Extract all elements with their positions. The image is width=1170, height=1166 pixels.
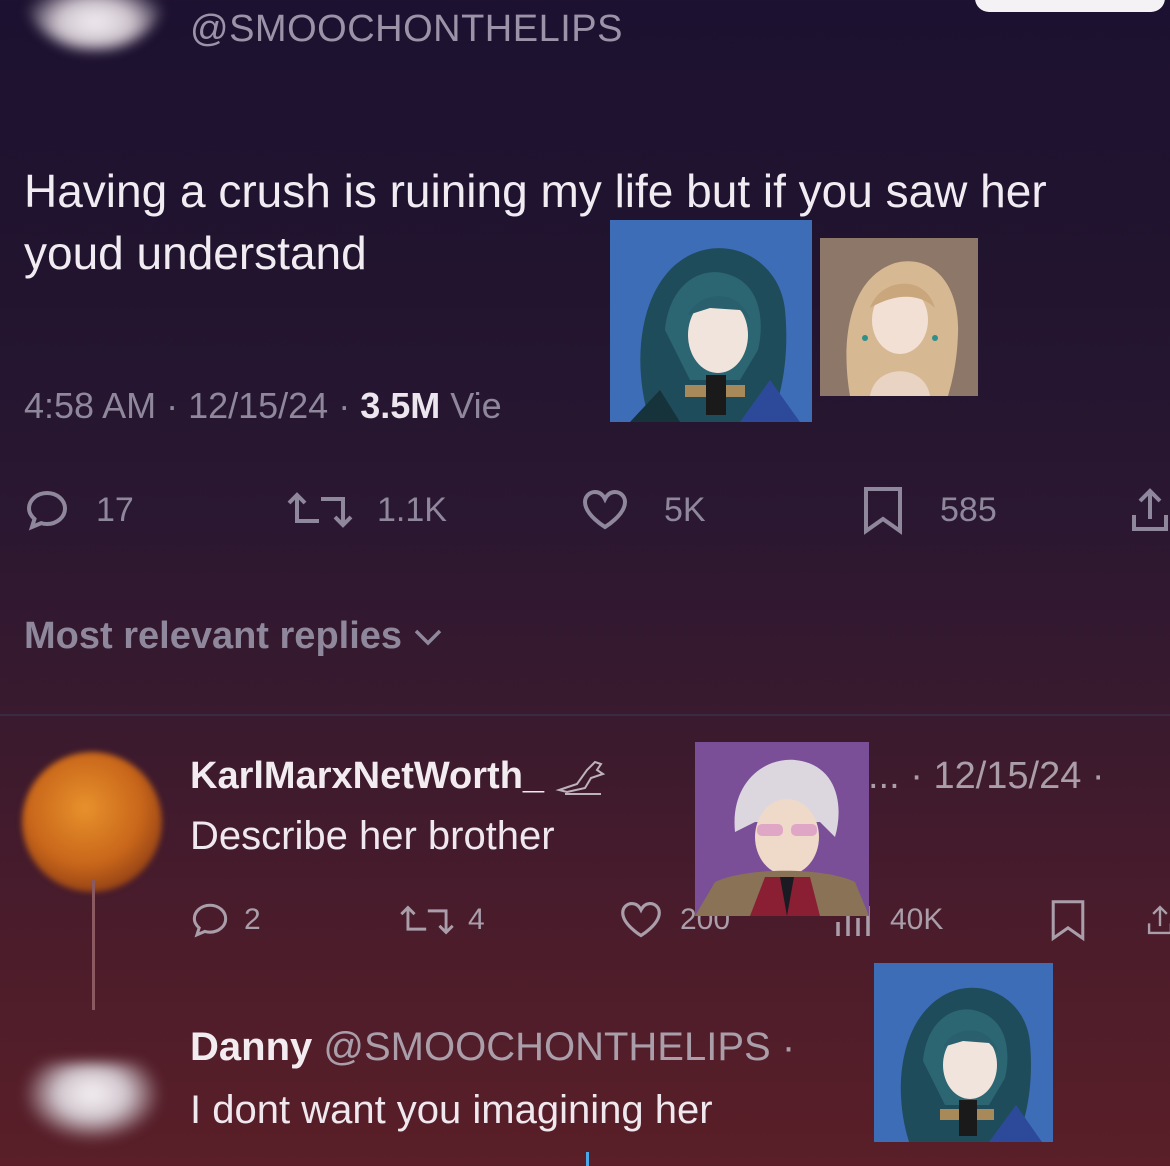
reply-action[interactable]: 17 <box>24 485 134 535</box>
thread-line <box>92 880 95 1010</box>
reply2-author-handle: @SMOOCHONTHELIPS · <box>323 1025 796 1069</box>
follow-button[interactable] <box>975 0 1165 12</box>
heart-icon <box>621 901 661 938</box>
reply1-reply-count: 2 <box>244 903 261 936</box>
replies-sort-label: Most relevant replies <box>24 615 403 657</box>
tweet-timestamp[interactable]: 4:58 AM · 12/15/24 · <box>24 385 360 426</box>
reply1-retweet-action[interactable]: 4 <box>398 897 485 943</box>
views-label: Vie <box>440 385 502 426</box>
reply-count: 17 <box>96 490 134 529</box>
reply2-author[interactable]: Danny @SMOOCHONTHELIPS · <box>190 1025 795 1070</box>
reply-icon <box>26 490 68 531</box>
author-handle[interactable]: @SMOOCHONTHELIPS <box>190 8 623 51</box>
chevron-down-icon <box>414 629 442 645</box>
share-icon <box>1132 488 1168 531</box>
retweet-count: 1.1K <box>377 490 447 529</box>
share-action[interactable] <box>1128 485 1170 535</box>
reply2-author-name: Danny <box>190 1025 313 1069</box>
scroll-indicator <box>586 1152 589 1166</box>
reply1-retweet-count: 4 <box>468 903 485 936</box>
bookmark-icon <box>864 487 902 535</box>
bird-badge-icon <box>555 760 605 795</box>
tweet-meta: 4:58 AM · 12/15/24 · 3.5M Vie <box>24 385 502 427</box>
reply2-text: I dont want you imagining her <box>190 1088 713 1132</box>
reply2-avatar[interactable] <box>22 1062 162 1142</box>
retweet-icon <box>400 905 454 935</box>
reply-text: Describe her brother <box>190 814 555 858</box>
retweet-icon <box>287 492 353 528</box>
author-avatar[interactable] <box>20 0 170 50</box>
anime-portrait-teal-hair-small <box>874 963 1053 1142</box>
retweet-action[interactable]: 1.1K <box>285 485 447 535</box>
anime-portrait-blonde <box>820 238 978 396</box>
like-action[interactable]: 5K <box>580 485 706 535</box>
reply-avatar[interactable] <box>22 752 162 892</box>
like-count: 5K <box>664 490 706 529</box>
reply-icon <box>192 903 228 938</box>
reply1-reply-action[interactable]: 2 <box>190 897 261 943</box>
reply1-bookmark-action[interactable] <box>1048 897 1088 943</box>
reply1-views-count: 40K <box>890 903 944 936</box>
anime-portrait-teal-hair <box>610 220 812 422</box>
anime-portrait-white-hair-glasses <box>695 742 869 916</box>
divider <box>0 714 1170 716</box>
heart-icon <box>582 489 628 530</box>
reply-author-label: KarlMarxNetWorth_ <box>190 755 545 797</box>
bookmark-icon <box>1051 900 1085 942</box>
reply-date[interactable]: ... · 12/15/24 · <box>868 755 1105 798</box>
bookmark-count: 585 <box>940 490 997 529</box>
share-icon <box>1147 905 1170 935</box>
reply1-share-action[interactable] <box>1145 897 1170 943</box>
views-count: 3.5M <box>360 385 441 426</box>
replies-sort-dropdown[interactable]: Most relevant replies <box>24 615 446 658</box>
reply-author-name[interactable]: KarlMarxNetWorth_ <box>190 755 609 798</box>
bookmark-action[interactable]: 585 <box>860 485 997 535</box>
